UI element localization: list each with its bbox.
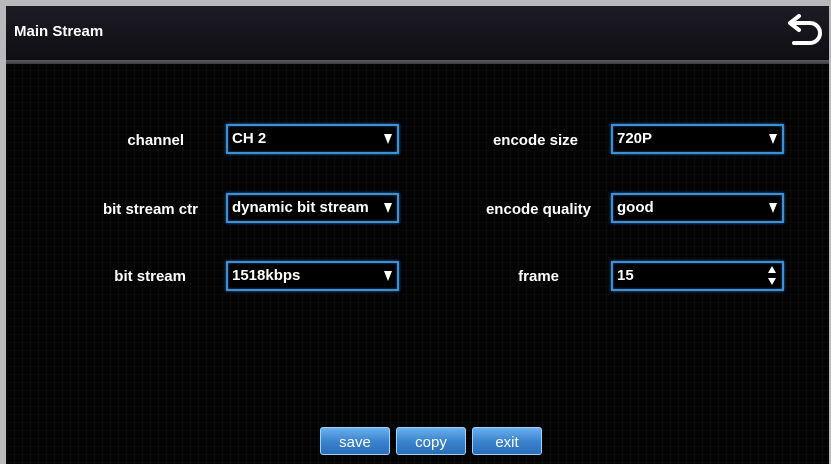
title-divider: [6, 60, 829, 64]
frame-label: frame: [518, 268, 559, 285]
encode-size-label: encode size: [492, 132, 578, 149]
channel-label: channel: [127, 132, 184, 149]
bit-stream-ctr-label: bit stream ctr: [102, 201, 198, 218]
bit-stream-ctr-select[interactable]: dynamic bit stream: [226, 193, 399, 223]
back-button[interactable]: [779, 8, 829, 54]
save-button[interactable]: save: [320, 427, 390, 455]
chevron-down-icon: [384, 203, 392, 213]
bit-stream-ctr-value: dynamic bit stream: [232, 199, 369, 216]
encode-quality-label: encode quality: [485, 201, 591, 218]
bit-stream-label: bit stream: [114, 268, 186, 285]
encode-size-select[interactable]: 720P: [611, 124, 784, 154]
frame-value: 15: [617, 267, 634, 284]
spinner-icon[interactable]: [767, 265, 777, 287]
bit-stream-select[interactable]: 1518kbps: [226, 261, 399, 291]
exit-button[interactable]: exit: [472, 427, 542, 455]
copy-button[interactable]: copy: [396, 427, 466, 455]
chevron-down-icon: [384, 271, 392, 281]
chevron-down-icon: [384, 134, 392, 144]
bit-stream-value: 1518kbps: [232, 267, 301, 284]
channel-select[interactable]: CH 2: [226, 124, 399, 154]
main-stream-screen: Main Stream channel CH 2 bit stream ctr …: [6, 6, 829, 464]
encode-quality-value: good: [617, 199, 654, 216]
chevron-down-icon: [769, 134, 777, 144]
arrow-down-icon[interactable]: [768, 278, 776, 285]
encode-quality-select[interactable]: good: [611, 193, 784, 223]
channel-value: CH 2: [232, 130, 267, 147]
page-title: Main Stream: [14, 23, 104, 40]
chevron-down-icon: [769, 203, 777, 213]
arrow-up-icon[interactable]: [768, 266, 776, 273]
frame-stepper[interactable]: 15: [611, 261, 784, 291]
title-bar: Main Stream: [6, 6, 829, 60]
encode-size-value: 720P: [617, 130, 653, 147]
back-arrow-icon: [788, 14, 822, 45]
